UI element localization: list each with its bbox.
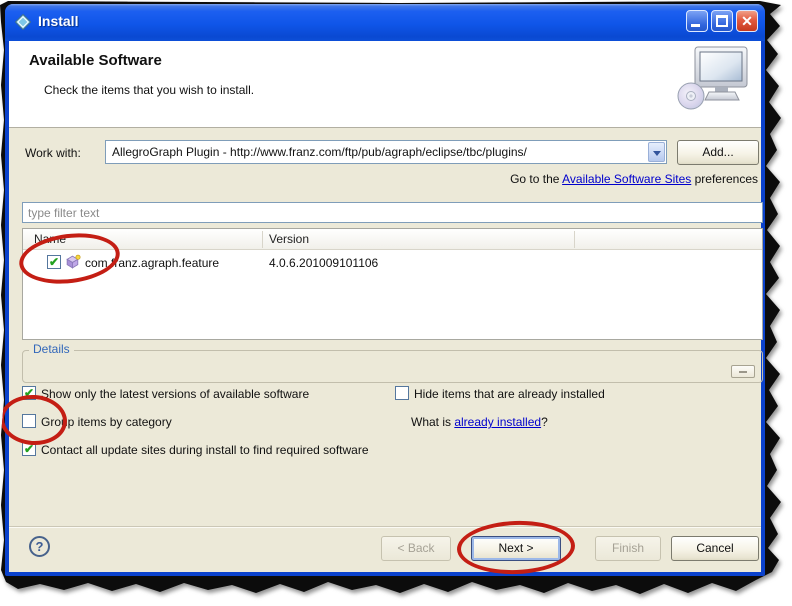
- column-header-version[interactable]: Version: [269, 232, 309, 246]
- work-with-value: AllegroGraph Plugin - http://www.franz.c…: [112, 145, 527, 159]
- table-header[interactable]: Name Version: [23, 229, 762, 250]
- help-button[interactable]: ?: [29, 536, 50, 557]
- show-latest-label: Show only the latest versions of availab…: [41, 387, 310, 401]
- filter-input[interactable]: [22, 202, 763, 223]
- torn-edge: Install ✕ Available Software Check the i…: [0, 1, 781, 594]
- already-installed-link[interactable]: already installed: [454, 415, 541, 429]
- maximize-button[interactable]: [711, 10, 733, 32]
- software-table[interactable]: Name Version ✔ com.franz.agraph.feature …: [22, 228, 763, 340]
- table-row[interactable]: ✔ com.franz.agraph.feature 4.0.6.2010091…: [23, 253, 762, 273]
- hide-installed-label: Hide items that are already installed: [414, 387, 605, 401]
- button-bar-divider: [9, 526, 761, 528]
- hide-installed-checkbox[interactable]: [395, 386, 409, 400]
- work-with-label: Work with:: [25, 146, 81, 160]
- back-button: < Back: [381, 536, 451, 561]
- details-label: Details: [29, 342, 74, 356]
- title-bar[interactable]: Install ✕: [5, 4, 765, 41]
- wizard-banner: Available Software Check the items that …: [9, 41, 761, 128]
- install-dialog: Install ✕ Available Software Check the i…: [5, 4, 765, 576]
- maximize-icon: [716, 15, 728, 27]
- question-mark-icon: ?: [35, 539, 44, 554]
- dialog-content: Available Software Check the items that …: [9, 41, 763, 572]
- minimize-button[interactable]: [686, 10, 708, 32]
- close-button[interactable]: ✕: [736, 10, 758, 32]
- work-with-combo[interactable]: AllegroGraph Plugin - http://www.franz.c…: [105, 140, 667, 164]
- cancel-button[interactable]: Cancel: [671, 536, 759, 561]
- add-button[interactable]: Add...: [677, 140, 759, 165]
- install-software-icon: [675, 46, 749, 117]
- feature-version-cell: 4.0.6.201009101106: [269, 256, 379, 270]
- contact-sites-label: Contact all update sites during install …: [41, 443, 369, 457]
- chevron-down-icon: [653, 151, 661, 156]
- page-title: Available Software: [29, 52, 162, 69]
- finish-button: Finish: [595, 536, 661, 561]
- window-title: Install: [38, 13, 79, 29]
- details-group: [22, 350, 763, 383]
- available-software-sites-link[interactable]: Available Software Sites: [562, 172, 691, 186]
- details-expand-button[interactable]: [731, 365, 755, 378]
- close-icon: ✕: [741, 13, 753, 29]
- minimize-icon: [691, 24, 700, 27]
- page-subtitle: Check the items that you wish to install…: [44, 83, 255, 97]
- install-diamond-icon: [14, 13, 32, 35]
- screenshot-torn-frame: Install ✕ Available Software Check the i…: [0, 0, 792, 606]
- combo-dropdown-button[interactable]: [648, 142, 665, 162]
- column-divider[interactable]: [574, 231, 575, 248]
- what-is-installed-line: What is already installed?: [411, 415, 548, 429]
- column-divider[interactable]: [262, 231, 263, 248]
- sites-preferences-line: Go to the Available Software Sites prefe…: [510, 172, 758, 186]
